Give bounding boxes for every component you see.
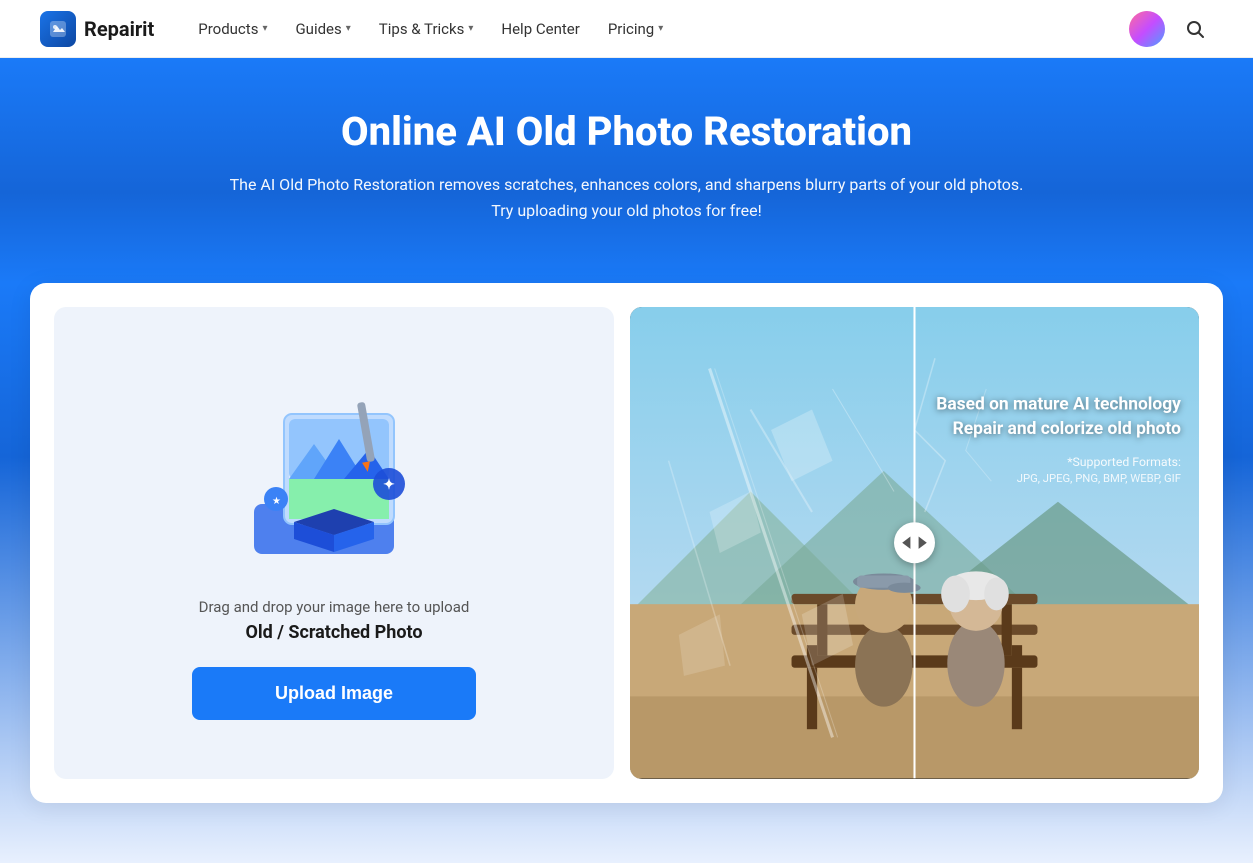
- hero-subtitle: The AI Old Photo Restoration removes scr…: [227, 172, 1027, 223]
- svg-text:★: ★: [272, 496, 281, 507]
- photo-type-text: Old / Scratched Photo: [245, 622, 422, 643]
- svg-text:*Supported Formats:: *Supported Formats:: [1067, 456, 1181, 470]
- logo[interactable]: Repairit: [40, 11, 154, 47]
- nav-item-help-center[interactable]: Help Center: [489, 12, 591, 46]
- chevron-down-icon: ▾: [658, 23, 663, 34]
- chevron-down-icon: ▾: [468, 23, 473, 34]
- svg-text:✦: ✦: [383, 477, 395, 493]
- chevron-down-icon: ▾: [262, 23, 267, 34]
- hero-section: Online AI Old Photo Restoration The AI O…: [0, 58, 1253, 283]
- nav-item-tips-tricks[interactable]: Tips & Tricks ▾: [367, 12, 486, 46]
- hero-title: Online AI Old Photo Restoration: [40, 108, 1213, 156]
- svg-text:JPG, JPEG, PNG, BMP, WEBP, GIF: JPG, JPEG, PNG, BMP, WEBP, GIF: [1017, 472, 1181, 485]
- chevron-down-icon: ▾: [346, 23, 351, 34]
- search-icon: [1185, 19, 1205, 39]
- nav-right: [1129, 11, 1213, 47]
- preview-scene: Based on mature AI technology Repair and…: [630, 307, 1199, 778]
- illustration-svg: ✦ ★: [234, 374, 434, 574]
- nav-item-products[interactable]: Products ▾: [186, 12, 279, 46]
- search-button[interactable]: [1177, 11, 1213, 47]
- drag-text: Drag and drop your image here to upload: [199, 598, 470, 616]
- card-inner: ✦ ★ Drag and drop your image here to upl…: [54, 307, 1199, 778]
- nav-item-pricing[interactable]: Pricing ▾: [596, 12, 675, 46]
- preview-area: Based on mature AI technology Repair and…: [630, 307, 1199, 778]
- svg-text:Repair and colorize old photo: Repair and colorize old photo: [953, 419, 1181, 439]
- nav-items: Products ▾ Guides ▾ Tips & Tricks ▾ Help…: [186, 12, 1129, 46]
- main-card: ✦ ★ Drag and drop your image here to upl…: [30, 283, 1223, 802]
- upload-illustration: ✦ ★: [234, 374, 434, 574]
- nav-item-guides[interactable]: Guides ▾: [283, 12, 362, 46]
- upload-button[interactable]: Upload Image: [192, 667, 476, 720]
- svg-text:Based on mature AI technology: Based on mature AI technology: [936, 395, 1181, 415]
- logo-icon: [40, 11, 76, 47]
- avatar[interactable]: [1129, 11, 1165, 47]
- upload-area[interactable]: ✦ ★ Drag and drop your image here to upl…: [54, 307, 614, 778]
- navbar: Repairit Products ▾ Guides ▾ Tips & Tric…: [0, 0, 1253, 58]
- logo-text: Repairit: [84, 17, 154, 41]
